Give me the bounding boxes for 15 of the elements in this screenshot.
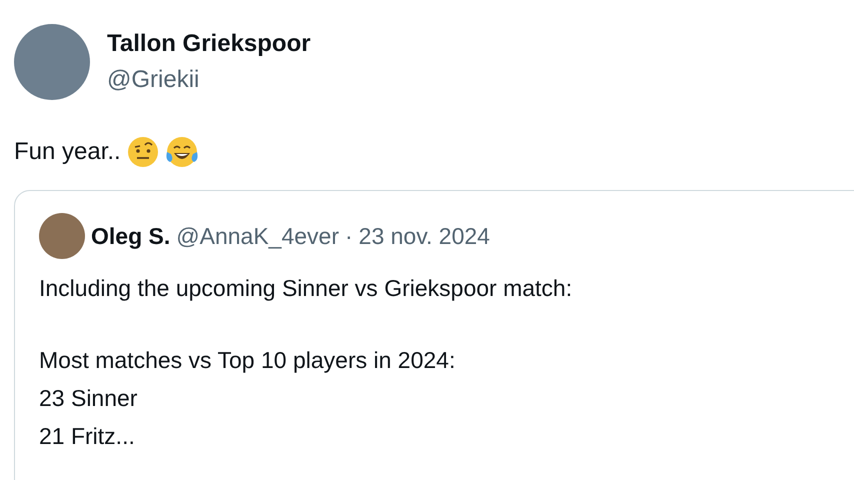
tweet-text: Fun year.. xyxy=(14,138,121,166)
quoted-tweet-card[interactable]: Oleg S. @AnnaK_4ever · 23 nov. 2024 Including the upcoming Sinner vs Griekspoor match: Most matches vs Top 10 players in 2024: 23 Sinner 21 Fritz... xyxy=(14,190,854,480)
author-handle[interactable]: @Griekii xyxy=(107,66,311,94)
laughing-tears-face-icon xyxy=(164,136,199,168)
quoted-text-line: Most matches vs Top 10 players in 2024: xyxy=(39,346,456,375)
quoted-author-name: Oleg S. xyxy=(91,222,170,250)
quoted-text-line: 23 Sinner xyxy=(39,384,138,413)
quoted-avatar-photo-placeholder xyxy=(39,213,85,259)
separator-dot: · xyxy=(344,222,353,250)
raised-eyebrow-face-icon xyxy=(126,136,159,168)
quoted-text-line: Including the upcoming Sinner vs Griekspoor match: xyxy=(39,274,572,303)
author-name[interactable]: Tallon Griekspoor xyxy=(107,30,311,58)
quoted-author-handle: @AnnaK_4ever xyxy=(176,222,339,250)
quoted-tweet-date: 23 nov. 2024 xyxy=(358,222,490,250)
quoted-text-line: 21 Fritz... xyxy=(39,422,135,451)
